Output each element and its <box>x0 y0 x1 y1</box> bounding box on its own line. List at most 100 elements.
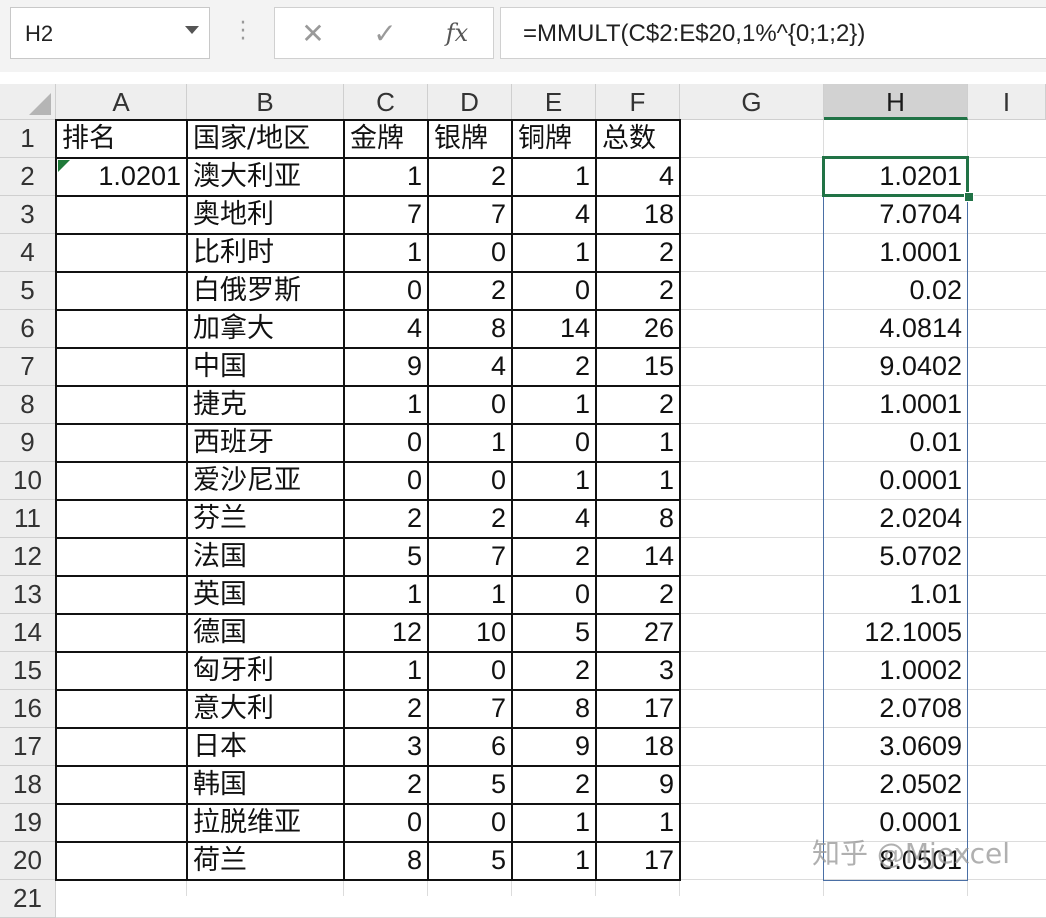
number-cell[interactable]: 14 <box>596 538 680 576</box>
number-cell[interactable]: 9 <box>344 348 428 386</box>
number-cell[interactable]: 0 <box>344 462 428 500</box>
number-cell[interactable]: 2 <box>596 234 680 272</box>
number-cell[interactable]: 1 <box>596 462 680 500</box>
country-cell[interactable]: 白俄罗斯 <box>187 272 344 310</box>
number-cell[interactable]: 14 <box>512 310 596 348</box>
number-cell[interactable]: 26 <box>596 310 680 348</box>
number-cell[interactable]: 5 <box>428 842 512 880</box>
country-cell[interactable]: 匈牙利 <box>187 652 344 690</box>
name-box-value[interactable]: H2 <box>25 21 53 47</box>
number-cell[interactable]: 0 <box>428 234 512 272</box>
active-cell-h2[interactable] <box>822 156 969 197</box>
number-cell[interactable]: 4 <box>512 500 596 538</box>
row-header-16[interactable]: 16 <box>0 690 56 728</box>
number-cell[interactable]: 2 <box>512 538 596 576</box>
more-options-icon[interactable]: · · · <box>236 13 250 51</box>
number-cell[interactable]: 18 <box>596 196 680 234</box>
row-header-14[interactable]: 14 <box>0 614 56 652</box>
number-cell[interactable]: 1 <box>512 804 596 842</box>
row-header-17[interactable]: 17 <box>0 728 56 766</box>
column-header-b[interactable]: B <box>187 84 344 120</box>
row-header-2[interactable]: 2 <box>0 158 56 196</box>
column-header-h[interactable]: H <box>824 84 968 120</box>
country-cell[interactable]: 爱沙尼亚 <box>187 462 344 500</box>
number-cell[interactable]: 3 <box>344 728 428 766</box>
number-cell[interactable]: 7 <box>428 690 512 728</box>
number-cell[interactable]: 18 <box>596 728 680 766</box>
number-cell[interactable]: 7 <box>344 196 428 234</box>
row-header-12[interactable]: 12 <box>0 538 56 576</box>
row-header-7[interactable]: 7 <box>0 348 56 386</box>
row-header-1[interactable]: 1 <box>0 120 56 158</box>
number-cell[interactable]: 2 <box>512 766 596 804</box>
number-cell[interactable]: 3 <box>596 652 680 690</box>
country-cell[interactable]: 中国 <box>187 348 344 386</box>
number-cell[interactable]: 17 <box>596 842 680 880</box>
number-cell[interactable]: 2 <box>512 348 596 386</box>
number-cell[interactable]: 0 <box>428 652 512 690</box>
number-cell[interactable]: 8 <box>512 690 596 728</box>
country-cell[interactable]: 加拿大 <box>187 310 344 348</box>
country-cell[interactable]: 法国 <box>187 538 344 576</box>
number-cell[interactable]: 1 <box>344 386 428 424</box>
row-header-6[interactable]: 6 <box>0 310 56 348</box>
number-cell[interactable]: 0 <box>344 424 428 462</box>
row-header-21[interactable]: 21 <box>0 880 56 918</box>
number-cell[interactable]: 6 <box>428 728 512 766</box>
formula-text[interactable]: =MMULT(C$2:E$20,1%^{0;1;2}) <box>523 20 865 48</box>
enter-icon[interactable]: ✓ <box>355 8 415 58</box>
country-cell[interactable]: 西班牙 <box>187 424 344 462</box>
number-cell[interactable]: 7 <box>428 538 512 576</box>
number-cell[interactable]: 1 <box>512 158 596 196</box>
number-cell[interactable]: 1 <box>596 424 680 462</box>
column-header-i[interactable]: I <box>968 84 1046 120</box>
row-header-4[interactable]: 4 <box>0 234 56 272</box>
number-cell[interactable]: 2 <box>344 766 428 804</box>
number-cell[interactable]: 0 <box>344 272 428 310</box>
number-cell[interactable]: 0 <box>428 804 512 842</box>
column-header-c[interactable]: C <box>344 84 428 120</box>
number-cell[interactable]: 7 <box>428 196 512 234</box>
country-cell[interactable]: 德国 <box>187 614 344 652</box>
number-cell[interactable]: 2 <box>596 272 680 310</box>
number-cell[interactable]: 17 <box>596 690 680 728</box>
number-cell[interactable]: 15 <box>596 348 680 386</box>
row-header-5[interactable]: 5 <box>0 272 56 310</box>
table-header-cell[interactable]: 金牌 <box>344 120 428 158</box>
column-header-e[interactable]: E <box>512 84 596 120</box>
table-header-cell[interactable]: 排名 <box>56 120 187 158</box>
table-header-cell[interactable]: 国家/地区 <box>187 120 344 158</box>
number-cell[interactable]: 2 <box>596 576 680 614</box>
name-box[interactable]: H2 <box>10 7 210 59</box>
select-all-button[interactable] <box>0 84 56 120</box>
number-cell[interactable]: 2 <box>428 500 512 538</box>
row-header-19[interactable]: 19 <box>0 804 56 842</box>
number-cell[interactable]: 4 <box>596 158 680 196</box>
number-cell[interactable]: 1 <box>512 842 596 880</box>
column-header-f[interactable]: F <box>596 84 680 120</box>
number-cell[interactable]: 1 <box>344 158 428 196</box>
row-header-9[interactable]: 9 <box>0 424 56 462</box>
number-cell[interactable]: 0 <box>344 804 428 842</box>
number-cell[interactable]: 4 <box>428 348 512 386</box>
insert-function-icon[interactable]: fx <box>427 8 487 58</box>
number-cell[interactable]: 5 <box>428 766 512 804</box>
table-header-cell[interactable]: 总数 <box>596 120 680 158</box>
column-header-a[interactable]: A <box>56 84 187 120</box>
number-cell[interactable]: 1 <box>344 652 428 690</box>
number-cell[interactable]: 1 <box>512 386 596 424</box>
error-indicator-icon[interactable] <box>58 160 70 172</box>
country-cell[interactable]: 芬兰 <box>187 500 344 538</box>
row-header-10[interactable]: 10 <box>0 462 56 500</box>
country-cell[interactable]: 奥地利 <box>187 196 344 234</box>
country-cell[interactable]: 荷兰 <box>187 842 344 880</box>
table-header-cell[interactable]: 铜牌 <box>512 120 596 158</box>
number-cell[interactable]: 2 <box>428 158 512 196</box>
country-cell[interactable]: 韩国 <box>187 766 344 804</box>
cell-a2[interactable]: 1.0201 <box>56 158 187 196</box>
row-header-18[interactable]: 18 <box>0 766 56 804</box>
number-cell[interactable]: 2 <box>428 272 512 310</box>
country-cell[interactable]: 澳大利亚 <box>187 158 344 196</box>
country-cell[interactable]: 拉脱维亚 <box>187 804 344 842</box>
country-cell[interactable]: 意大利 <box>187 690 344 728</box>
